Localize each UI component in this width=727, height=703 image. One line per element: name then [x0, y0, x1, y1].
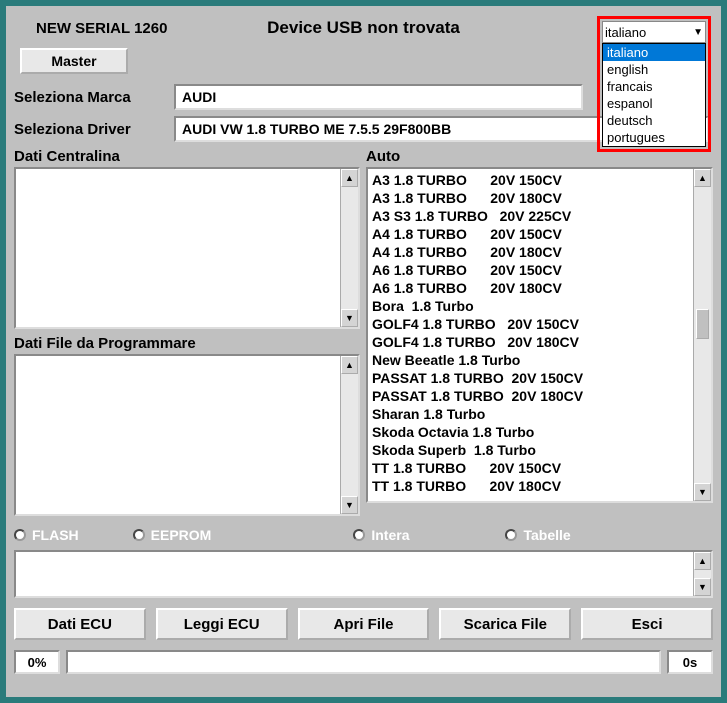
chevron-down-icon: ▼: [693, 27, 703, 38]
language-selected-value: italiano: [605, 25, 646, 40]
eeprom-radio-label: EEPROM: [151, 527, 212, 543]
intera-radio[interactable]: Intera: [353, 527, 409, 543]
radio-icon: [353, 529, 365, 541]
radio-icon: [14, 529, 26, 541]
language-dropdown-highlight: italiano ▼ italiano english francais esp…: [597, 16, 711, 152]
list-item[interactable]: A4 1.8 TURBO 20V 180CV: [372, 243, 691, 261]
apri-file-button[interactable]: Apri File: [298, 608, 430, 640]
language-option[interactable]: italiano: [603, 44, 705, 61]
main-window: NEW SERIAL 1260 Device USB non trovata i…: [6, 6, 721, 697]
intera-radio-label: Intera: [371, 527, 409, 543]
list-item[interactable]: Skoda Superb 1.8 Turbo: [372, 441, 691, 459]
scroll-up-icon[interactable]: ▲: [341, 356, 358, 374]
list-item[interactable]: Skoda Octavia 1.8 Turbo: [372, 423, 691, 441]
list-item[interactable]: PASSAT 1.8 TURBO 20V 180CV: [372, 387, 691, 405]
list-item[interactable]: A6 1.8 TURBO 20V 180CV: [372, 279, 691, 297]
list-item[interactable]: A6 1.8 TURBO 20V 150CV: [372, 261, 691, 279]
driver-label: Seleziona Driver: [14, 121, 174, 138]
scrollbar[interactable]: ▲ ▼: [340, 356, 358, 514]
serial-label: NEW SERIAL 1260: [36, 20, 167, 37]
scroll-down-icon[interactable]: ▼: [341, 309, 358, 327]
flash-radio-label: FLASH: [32, 527, 79, 543]
list-item[interactable]: GOLF4 1.8 TURBO 20V 180CV: [372, 333, 691, 351]
language-select[interactable]: italiano ▼: [602, 21, 706, 43]
esci-button[interactable]: Esci: [581, 608, 713, 640]
scroll-down-icon[interactable]: ▼: [341, 496, 358, 514]
flash-radio[interactable]: FLASH: [14, 527, 79, 543]
marca-label: Seleziona Marca: [14, 89, 174, 106]
dati-ecu-button[interactable]: Dati ECU: [14, 608, 146, 640]
list-item[interactable]: Sharan 1.8 Turbo: [372, 405, 691, 423]
progress-bar: [66, 650, 661, 674]
scroll-up-icon[interactable]: ▲: [694, 169, 711, 187]
language-option[interactable]: francais: [603, 78, 705, 95]
list-item[interactable]: A3 1.8 TURBO 20V 150CV: [372, 171, 691, 189]
radio-icon: [505, 529, 517, 541]
scarica-file-button[interactable]: Scarica File: [439, 608, 571, 640]
list-item[interactable]: PASSAT 1.8 TURBO 20V 150CV: [372, 369, 691, 387]
language-options-list: italiano english francais espanol deutsc…: [602, 43, 706, 147]
master-button[interactable]: Master: [20, 48, 128, 74]
scroll-up-icon[interactable]: ▲: [694, 552, 711, 570]
scroll-down-icon[interactable]: ▼: [694, 578, 711, 596]
log-textarea[interactable]: ▲ ▼: [14, 550, 713, 598]
list-item[interactable]: A3 1.8 TURBO 20V 180CV: [372, 189, 691, 207]
scroll-down-icon[interactable]: ▼: [694, 483, 711, 501]
dati-centralina-listbox[interactable]: ▲ ▼: [14, 167, 360, 329]
tabelle-radio[interactable]: Tabelle: [505, 527, 570, 543]
language-option[interactable]: portugues: [603, 129, 705, 146]
dati-file-listbox[interactable]: ▲ ▼: [14, 354, 360, 516]
scroll-up-icon[interactable]: ▲: [341, 169, 358, 187]
marca-select[interactable]: AUDI: [174, 84, 583, 110]
scrollbar[interactable]: ▲ ▼: [693, 552, 711, 596]
dati-file-label: Dati File da Programmare: [14, 335, 360, 352]
usb-status-label: Device USB non trovata: [267, 18, 460, 38]
language-option[interactable]: espanol: [603, 95, 705, 112]
tabelle-radio-label: Tabelle: [523, 527, 570, 543]
radio-icon: [133, 529, 145, 541]
scrollbar[interactable]: ▲ ▼: [693, 169, 711, 501]
list-item[interactable]: Bora 1.8 Turbo: [372, 297, 691, 315]
leggi-ecu-button[interactable]: Leggi ECU: [156, 608, 288, 640]
scroll-thumb[interactable]: [696, 309, 709, 339]
list-item[interactable]: GOLF4 1.8 TURBO 20V 150CV: [372, 315, 691, 333]
list-item[interactable]: TT 1.8 TURBO 20V 180CV: [372, 477, 691, 495]
list-item[interactable]: TT 1.8 TURBO 20V 150CV: [372, 459, 691, 477]
auto-listbox[interactable]: A3 1.8 TURBO 20V 150CVA3 1.8 TURBO 20V 1…: [366, 167, 713, 503]
dati-centralina-label: Dati Centralina: [14, 148, 360, 165]
eeprom-radio[interactable]: EEPROM: [133, 527, 212, 543]
language-option[interactable]: deutsch: [603, 112, 705, 129]
scrollbar[interactable]: ▲ ▼: [340, 169, 358, 327]
list-item[interactable]: A4 1.8 TURBO 20V 150CV: [372, 225, 691, 243]
list-item[interactable]: A3 S3 1.8 TURBO 20V 225CV: [372, 207, 691, 225]
list-item[interactable]: New Beeatle 1.8 Turbo: [372, 351, 691, 369]
progress-time: 0s: [667, 650, 713, 674]
language-option[interactable]: english: [603, 61, 705, 78]
progress-percent: 0%: [14, 650, 60, 674]
